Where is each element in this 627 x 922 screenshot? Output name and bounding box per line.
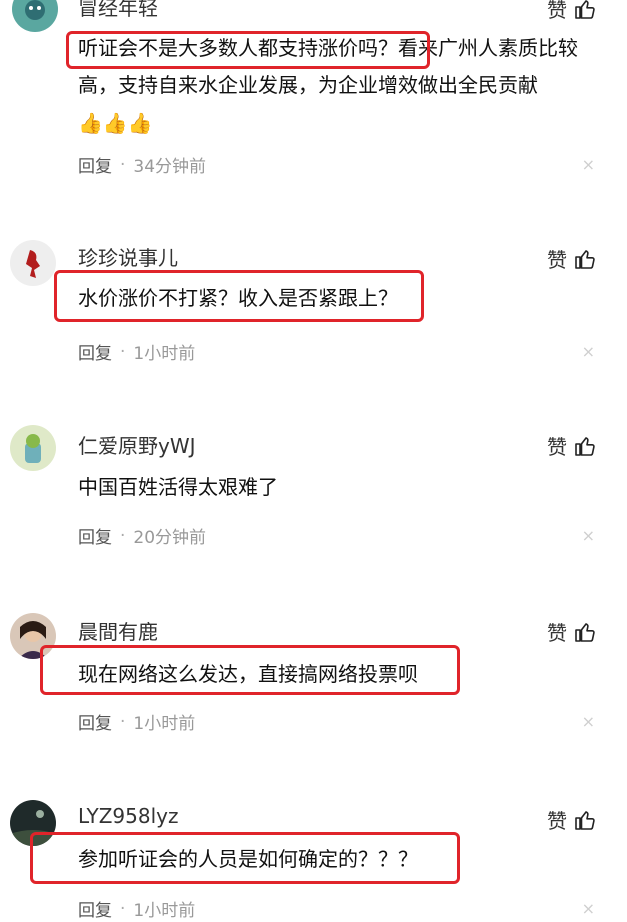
reply-button[interactable]: 回复: [78, 152, 112, 177]
timestamp: 20分钟前: [133, 528, 207, 548]
comment-meta: 回复 · 34分钟前: [78, 152, 207, 178]
comment-meta: 回复 · 1小时前: [78, 709, 196, 735]
separator-dot: ·: [120, 898, 126, 919]
separator-dot: ·: [120, 711, 126, 732]
highlight-box: [30, 832, 460, 884]
timestamp: 1小时前: [133, 901, 196, 921]
username[interactable]: 仁爱原野yWJ: [78, 430, 196, 459]
separator-dot: ·: [120, 154, 126, 175]
reply-button[interactable]: 回复: [78, 709, 112, 734]
like-button[interactable]: 赞: [547, 431, 597, 460]
like-label: 赞: [547, 248, 567, 272]
avatar-image-icon: [10, 425, 56, 471]
username[interactable]: LYZ958lyz: [78, 804, 178, 828]
reply-button[interactable]: 回复: [78, 339, 112, 364]
like-label: 赞: [547, 809, 567, 833]
comment-meta: 回复 · 1小时前: [78, 339, 196, 365]
username[interactable]: 珍珍说事儿: [78, 242, 178, 271]
username[interactable]: 冒经年轻: [78, 0, 158, 21]
highlight-box: [54, 270, 424, 322]
separator-dot: ·: [120, 341, 126, 362]
reply-button[interactable]: 回复: [78, 896, 112, 921]
timestamp: 1小时前: [133, 344, 196, 364]
reply-button[interactable]: 回复: [78, 523, 112, 548]
separator-dot: ·: [120, 525, 126, 546]
timestamp: 1小时前: [133, 714, 196, 734]
highlight-box: [66, 31, 430, 69]
thumbs-up-icon: [575, 622, 595, 642]
thumbs-up-icon: [575, 810, 595, 830]
like-button[interactable]: 赞: [547, 617, 597, 646]
comment-meta: 回复 · 1小时前: [78, 896, 196, 922]
avatar-image-icon: [12, 0, 58, 32]
avatar[interactable]: [10, 425, 56, 471]
comment-meta: 回复 · 20分钟前: [78, 523, 207, 549]
like-label: 赞: [547, 435, 567, 459]
close-icon[interactable]: ×: [582, 899, 595, 918]
thumbs-up-emoji: 👍👍👍: [78, 111, 153, 135]
like-button[interactable]: 赞: [547, 244, 597, 273]
username[interactable]: 晨間有鹿: [78, 616, 158, 645]
like-button[interactable]: 赞: [547, 805, 597, 834]
close-icon[interactable]: ×: [582, 342, 595, 361]
thumbs-up-icon: [575, 249, 595, 269]
like-label: 赞: [547, 621, 567, 645]
avatar[interactable]: [10, 240, 56, 286]
timestamp: 34分钟前: [133, 157, 207, 177]
close-icon[interactable]: ×: [582, 155, 595, 174]
thumbs-up-icon: [575, 0, 595, 19]
comment-text: 中国百姓活得太艰难了: [78, 475, 278, 499]
like-label: 赞: [547, 0, 567, 22]
avatar-image-icon: [10, 240, 56, 286]
like-button[interactable]: 赞: [547, 0, 597, 23]
close-icon[interactable]: ×: [582, 712, 595, 731]
avatar[interactable]: [12, 0, 58, 32]
close-icon[interactable]: ×: [582, 526, 595, 545]
thumbs-up-icon: [575, 436, 595, 456]
highlight-box: [40, 645, 460, 695]
